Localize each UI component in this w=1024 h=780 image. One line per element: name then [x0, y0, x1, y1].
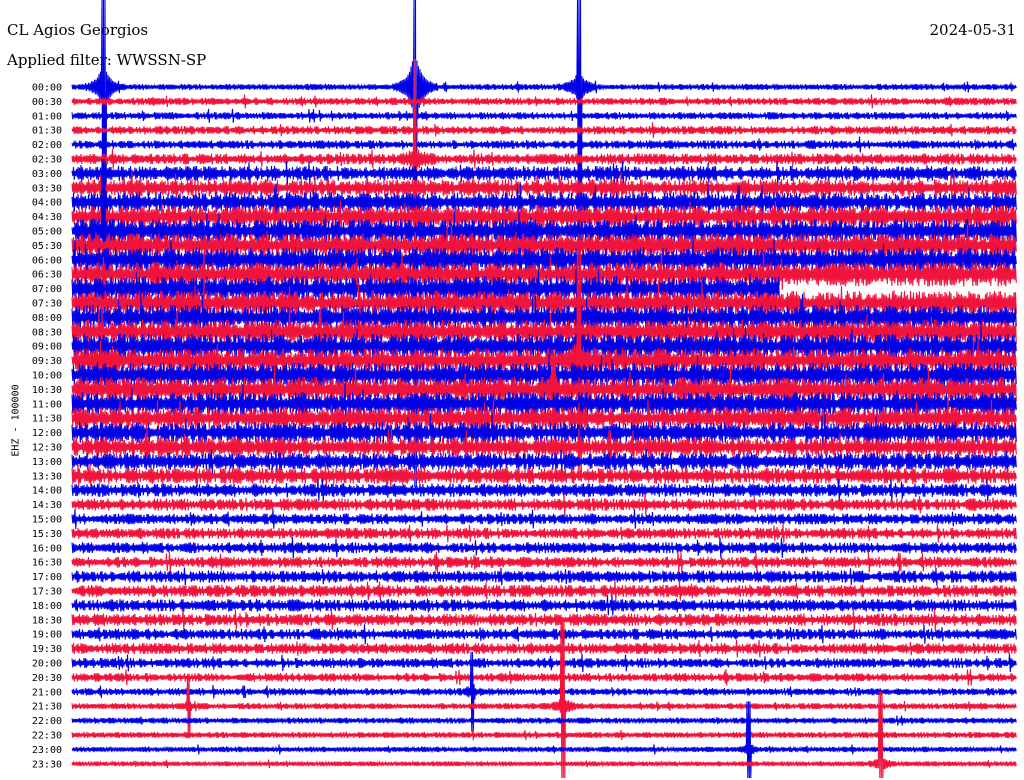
- trace-row: [71, 478, 1017, 502]
- row-label: 13:00: [32, 457, 62, 468]
- row-label: 06:00: [32, 255, 62, 266]
- row-label: 23:30: [32, 759, 62, 770]
- trace-row: [71, 567, 1017, 586]
- row-label: 12:30: [32, 443, 62, 454]
- row-label: 01:00: [32, 111, 62, 122]
- row-labels-group: 00:00 00:30 01:00 01:30 02:00 02:30 03:00 03:30…: [32, 83, 62, 771]
- row-label: 16:30: [32, 558, 62, 569]
- row-label: 05:00: [32, 227, 62, 238]
- trace-row: [71, 493, 1017, 516]
- row-label: 19:00: [32, 630, 62, 641]
- row-label: 14:00: [32, 486, 62, 497]
- trace-row: [71, 160, 1017, 186]
- row-label: 02:30: [32, 155, 62, 166]
- trace-row: [71, 537, 1017, 559]
- trace-row: [71, 508, 1017, 530]
- row-label: 18:30: [32, 615, 62, 626]
- trace-row: [71, 608, 1017, 632]
- row-label: 09:00: [32, 342, 62, 353]
- row-label: 17:30: [32, 587, 62, 598]
- trace-row: [71, 580, 1017, 602]
- row-label: 00:00: [32, 83, 62, 94]
- row-label: 13:30: [32, 471, 62, 482]
- row-label: 22:00: [32, 716, 62, 727]
- row-label: 07:30: [32, 299, 62, 310]
- row-label: 08:30: [32, 327, 62, 338]
- helicorder-plot: 00:00 00:30 01:00 01:30 02:00 02:30 03:00 03:30…: [32, 0, 1017, 779]
- row-label: 15:00: [32, 515, 62, 526]
- row-label: 10:30: [32, 385, 62, 396]
- row-label: 20:30: [32, 673, 62, 684]
- trace-row: [71, 136, 1017, 153]
- trace-row: [71, 108, 1017, 123]
- row-label: 08:00: [32, 313, 62, 324]
- row-label: 03:00: [32, 169, 62, 180]
- row-label: 11:00: [32, 399, 62, 410]
- row-label: 23:00: [32, 745, 62, 756]
- trace-row: [71, 653, 1017, 673]
- row-label: 19:30: [32, 644, 62, 655]
- row-label: 16:00: [32, 543, 62, 554]
- row-label: 02:00: [32, 140, 62, 151]
- trace-row: [71, 624, 1017, 645]
- row-label: 22:30: [32, 731, 62, 742]
- row-label: 20:00: [32, 659, 62, 670]
- row-label: 15:30: [32, 529, 62, 540]
- row-label: 05:30: [32, 241, 62, 252]
- row-label: 12:00: [32, 428, 62, 439]
- trace-row: [71, 669, 1017, 686]
- trace-row: [71, 595, 1017, 616]
- row-label: 03:30: [32, 183, 62, 194]
- row-label: 04:30: [32, 212, 62, 223]
- trace-row: [71, 94, 1017, 109]
- row-label: 06:30: [32, 270, 62, 281]
- row-label: 01:30: [32, 126, 62, 137]
- row-label: 00:30: [32, 97, 62, 108]
- trace-row: [71, 729, 1017, 741]
- row-label: 17:00: [32, 572, 62, 583]
- row-label: 18:00: [32, 601, 62, 612]
- row-label: 14:30: [32, 500, 62, 511]
- trace-row: [71, 122, 1017, 139]
- row-label: 21:00: [32, 687, 62, 698]
- trace-row: [71, 523, 1017, 543]
- row-label: 09:30: [32, 356, 62, 367]
- trace-row: [71, 551, 1017, 573]
- traces-group: [71, 0, 1017, 779]
- row-label: 04:00: [32, 198, 62, 209]
- trace-row: [71, 639, 1017, 658]
- row-label: 21:30: [32, 702, 62, 713]
- row-label: 07:00: [32, 284, 62, 295]
- row-label: 10:00: [32, 371, 62, 382]
- row-label: 11:30: [32, 414, 62, 425]
- trace-row: [71, 715, 1017, 726]
